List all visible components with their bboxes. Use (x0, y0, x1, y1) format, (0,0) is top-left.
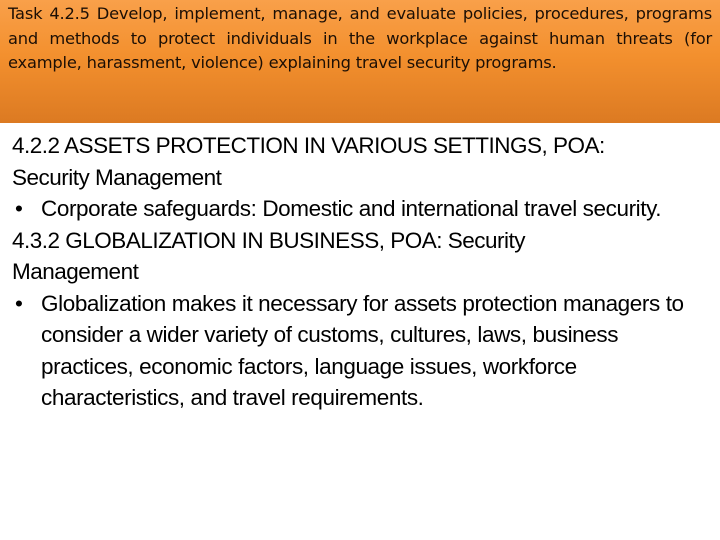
section-heading-line: Management (12, 259, 139, 284)
section-heading-line: 4.2.2 ASSETS PROTECTION IN VARIOUS SETTI… (12, 133, 605, 158)
bullet-text: Corporate safeguards: Domestic and inter… (41, 196, 662, 221)
section-assets-protection: 4.2.2 ASSETS PROTECTION IN VARIOUS SETTI… (12, 130, 712, 225)
section-globalization: 4.3.2 GLOBALIZATION IN BUSINESS, POA: Se… (12, 225, 712, 414)
bullet-icon: • (15, 290, 23, 316)
bullet-text: Globalization makes it necessary for ass… (41, 290, 684, 411)
bullet-item: • Globalization makes it necessary for a… (12, 288, 712, 414)
task-description: Task 4.2.5 Develop, implement, manage, a… (8, 4, 712, 72)
section-heading-line: Security Management (12, 164, 222, 190)
task-header-banner: Task 4.2.5 Develop, implement, manage, a… (0, 0, 720, 123)
section-heading: 4.2.2 ASSETS PROTECTION IN VARIOUS SETTI… (12, 130, 712, 193)
bullet-icon: • (15, 196, 23, 221)
section-heading-line: 4.3.2 GLOBALIZATION IN BUSINESS, POA: Se… (12, 227, 526, 253)
bullet-list: • Corporate safeguards: Domestic and int… (12, 193, 712, 225)
bullet-item: • Corporate safeguards: Domestic and int… (12, 193, 712, 225)
slide-content: 4.2.2 ASSETS PROTECTION IN VARIOUS SETTI… (12, 130, 712, 414)
bullet-list: • Globalization makes it necessary for a… (12, 288, 712, 414)
section-heading: 4.3.2 GLOBALIZATION IN BUSINESS, POA: Se… (12, 225, 712, 288)
